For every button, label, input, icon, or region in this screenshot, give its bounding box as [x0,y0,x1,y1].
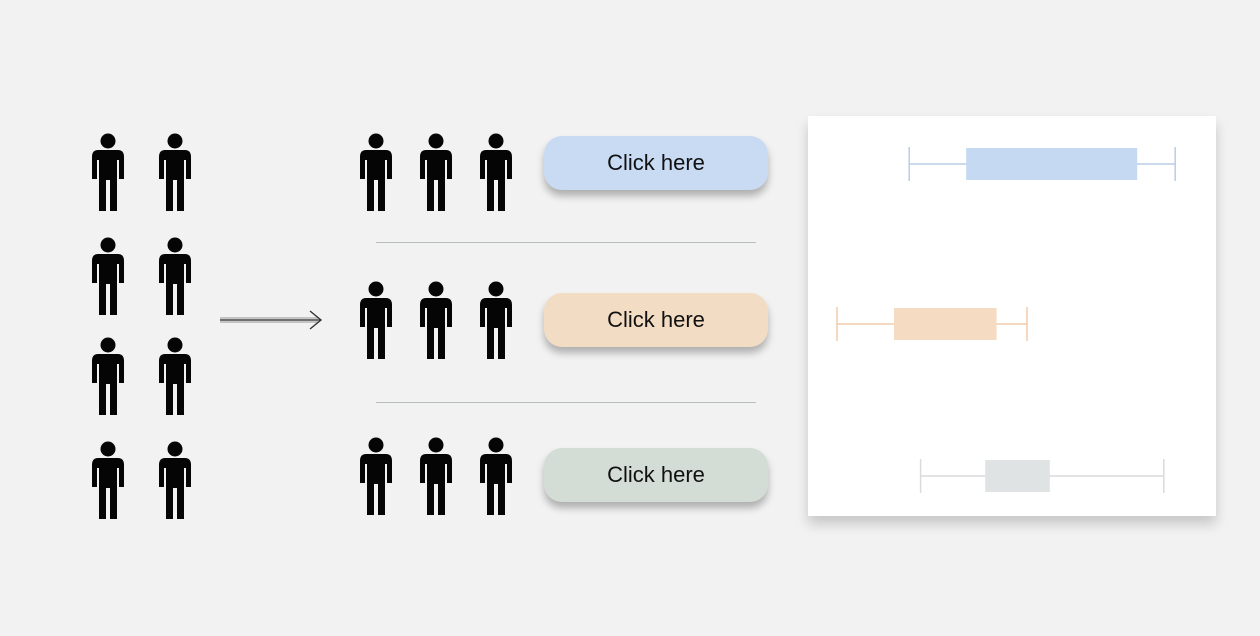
group-divider [376,242,756,243]
result-chart-panel [808,116,1216,516]
box [894,308,997,340]
person-icon [91,337,125,415]
group-divider [376,402,756,403]
person-icon [359,133,393,211]
person-icon [479,281,513,359]
person-icon [359,281,393,359]
box [985,460,1050,492]
boxplot-2 [836,307,1028,341]
person-icon [419,133,453,211]
click-here-button[interactable]: Click here [544,448,768,502]
box [966,148,1138,180]
person-icon [158,441,192,519]
person-icon [419,437,453,515]
person-icon [359,437,393,515]
click-here-button[interactable]: Click here [544,293,768,347]
person-icon [91,441,125,519]
boxplot-3 [919,459,1165,493]
person-icon [158,237,192,315]
click-here-button[interactable]: Click here [544,136,768,190]
boxplot-1 [908,147,1176,181]
person-icon [158,337,192,415]
person-icon [91,133,125,211]
person-icon [479,437,513,515]
person-icon [158,133,192,211]
boxplot-chart [836,147,1176,493]
person-icon [91,237,125,315]
person-icon [419,281,453,359]
arrow-right-icon [220,310,323,330]
person-icon [479,133,513,211]
